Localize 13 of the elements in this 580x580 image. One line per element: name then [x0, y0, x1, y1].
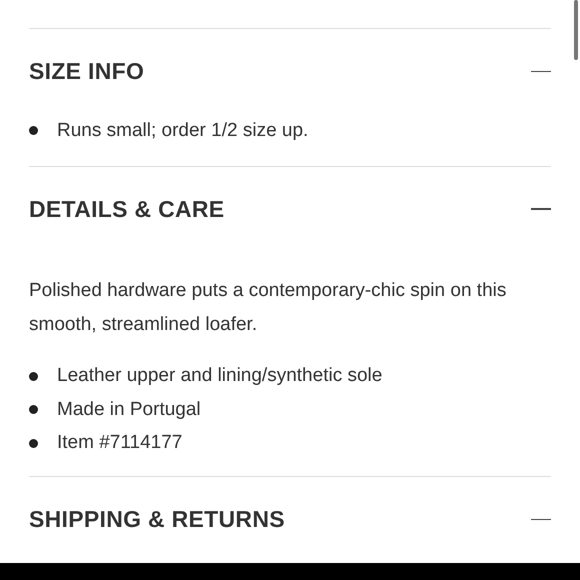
scrollbar [574, 0, 578, 60]
section-heading[interactable]: DETAILS & CARE [29, 196, 224, 222]
bullet-text: Leather upper and lining/synthetic sole [57, 365, 382, 388]
bullet-text: Runs small; order 1/2 size up. [57, 120, 308, 142]
section-heading[interactable]: SIZE INFO [29, 58, 144, 85]
bullet-text: Item #7114177 [57, 432, 182, 454]
bullet-icon [29, 405, 38, 414]
bullet-icon [29, 372, 38, 381]
bullet-text: Made in Portugal [57, 398, 201, 421]
section-heading[interactable]: SHIPPING & RETURNS [29, 506, 285, 533]
description-text: Polished hardware puts a contemporary-chic spin on this smooth, streamlined loafer. [29, 278, 508, 336]
bullet-icon [29, 438, 38, 448]
bullet-icon [29, 126, 38, 136]
